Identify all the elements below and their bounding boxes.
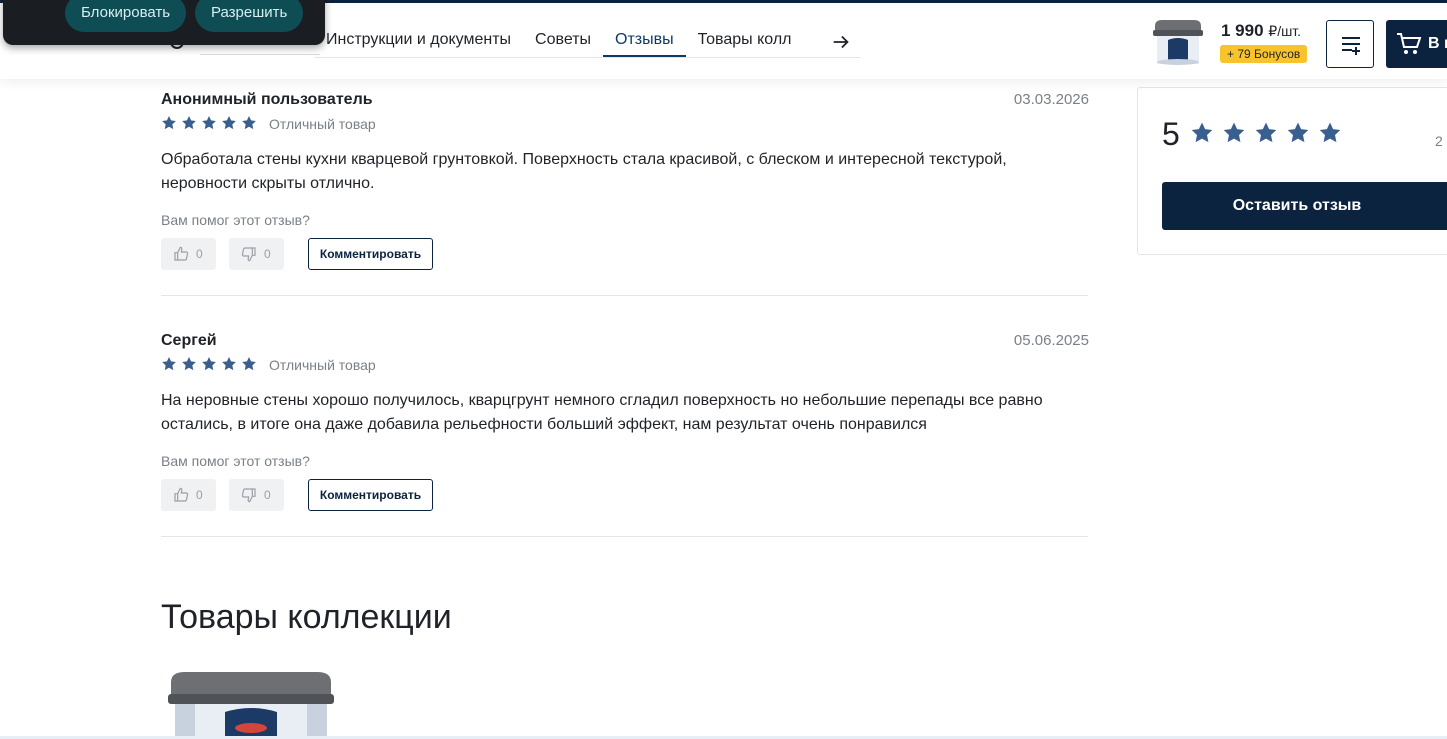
helpful-prompt: Вам помог этот отзыв? xyxy=(161,453,310,469)
tab-tips[interactable]: Советы xyxy=(523,27,603,57)
tab-reviews[interactable]: Отзывы xyxy=(603,27,686,57)
review-date: 03.03.2026 xyxy=(1013,91,1089,108)
dislike-count: 0 xyxy=(264,488,271,502)
review-stars xyxy=(161,115,257,131)
thumbs-down-icon xyxy=(241,247,256,262)
review-divider xyxy=(161,295,1088,296)
star-icon xyxy=(1287,122,1309,143)
dislike-button[interactable]: 0 xyxy=(229,238,284,270)
paint-bucket-image xyxy=(168,672,334,739)
star-icon xyxy=(202,357,216,371)
allow-button[interactable]: Разрешить xyxy=(195,0,304,32)
block-button[interactable]: Блокировать xyxy=(65,0,187,32)
tab-collection[interactable]: Товары колл xyxy=(686,27,804,57)
star-icon xyxy=(182,116,196,130)
cart-button-label: В к xyxy=(1428,35,1447,52)
star-icon xyxy=(222,357,236,371)
thumbs-down-icon xyxy=(241,488,256,503)
review-verdict: Отличный товар xyxy=(269,357,376,373)
collection-title: Товары коллекции xyxy=(161,598,452,636)
star-icon xyxy=(182,357,196,371)
review-card: Сергей 05.06.2025 Отличный товар На неро… xyxy=(161,332,1089,542)
star-icon xyxy=(242,357,256,371)
star-icon xyxy=(222,116,236,130)
price-value: 1 990 xyxy=(1221,21,1264,40)
review-count: 2 xyxy=(1435,133,1443,149)
review-verdict: Отличный товар xyxy=(269,116,376,132)
review-text: Обработала стены кухни кварцевой грунтов… xyxy=(161,151,1007,192)
bonus-badge: + 79 Бонусов xyxy=(1220,45,1308,63)
arrow-right-icon[interactable] xyxy=(830,31,852,53)
tab-instructions[interactable]: Инструкции и документы xyxy=(314,27,523,57)
rating-summary-card: 5 2 Оставить отзыв xyxy=(1137,87,1447,255)
add-to-cart-button[interactable]: В к xyxy=(1386,20,1447,68)
review-card: Анонимный пользователь 03.03.2026 Отличн… xyxy=(161,91,1089,301)
dislike-count: 0 xyxy=(264,247,271,261)
star-icon xyxy=(1223,122,1245,143)
review-divider xyxy=(161,536,1088,537)
product-image[interactable] xyxy=(165,668,337,739)
dislike-button[interactable]: 0 xyxy=(229,479,284,511)
star-icon xyxy=(162,116,176,130)
like-count: 0 xyxy=(196,488,203,502)
leave-review-button[interactable]: Оставить отзыв xyxy=(1162,182,1447,230)
rating-score: 5 xyxy=(1162,116,1180,152)
add-to-list-button[interactable] xyxy=(1326,20,1374,68)
product-price: 1 990 ₽/шт. xyxy=(1221,21,1301,41)
product-thumbnail xyxy=(1153,20,1203,65)
star-icon xyxy=(162,357,176,371)
tabs-fade xyxy=(800,27,830,57)
cart-icon xyxy=(1397,33,1422,54)
helpful-prompt: Вам помог этот отзыв? xyxy=(161,212,310,228)
star-icon xyxy=(242,116,256,130)
review-date: 05.06.2025 xyxy=(1013,332,1089,349)
list-add-icon xyxy=(1342,37,1360,55)
thumbs-up-icon xyxy=(174,246,189,261)
section-tabs: Инструкции и документы Советы Отзывы Тов… xyxy=(314,27,860,58)
star-icon xyxy=(1319,122,1341,143)
rating-stars xyxy=(1190,121,1342,145)
star-icon xyxy=(202,116,216,130)
thumbs-up-icon xyxy=(174,487,189,502)
star-icon xyxy=(1191,122,1213,143)
permission-popup: Блокировать Разрешить xyxy=(3,0,325,45)
review-author: Сергей xyxy=(161,332,217,349)
comment-button[interactable]: Комментировать xyxy=(308,479,433,511)
star-icon xyxy=(1255,122,1277,143)
like-button[interactable]: 0 xyxy=(161,238,216,270)
comment-button[interactable]: Комментировать xyxy=(308,238,433,270)
review-stars xyxy=(161,356,257,372)
review-author: Анонимный пользователь xyxy=(161,91,373,108)
like-count: 0 xyxy=(196,247,203,261)
price-unit: ₽/шт. xyxy=(1268,23,1302,39)
review-text: На неровные стены хорошо получилось, ква… xyxy=(161,392,1043,433)
search-underline xyxy=(200,54,320,55)
like-button[interactable]: 0 xyxy=(161,479,216,511)
